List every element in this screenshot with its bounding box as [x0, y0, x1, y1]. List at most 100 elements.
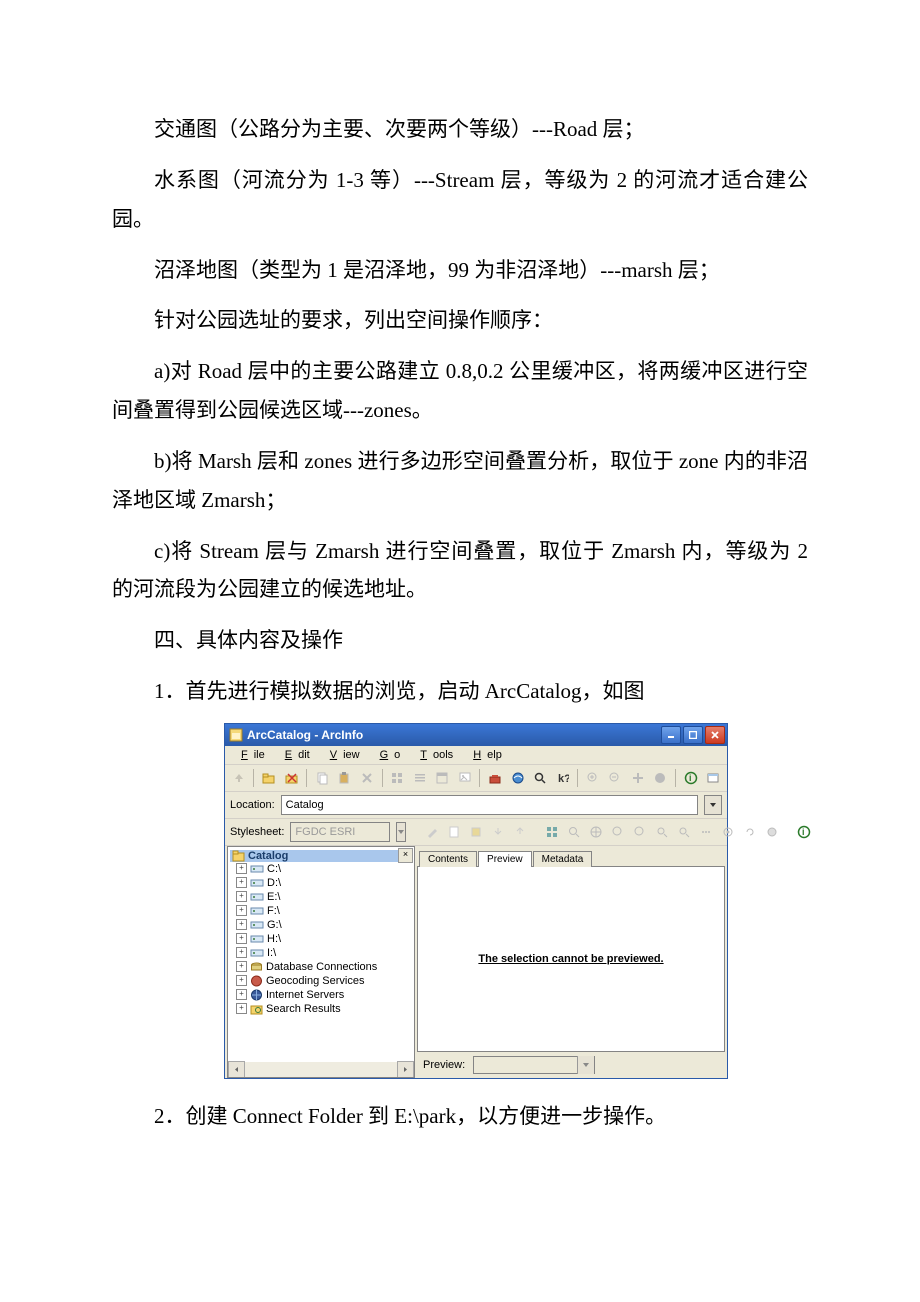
paragraph: 针对公园选址的要求，列出空间操作顺序： — [112, 301, 808, 340]
tree-drive-item[interactable]: +G:\ — [230, 918, 412, 932]
identify-icon[interactable]: i — [681, 768, 700, 788]
disconnect-folder-icon[interactable] — [282, 768, 301, 788]
info-icon[interactable]: i — [796, 822, 812, 842]
globe-icon[interactable] — [588, 822, 604, 842]
location-label: Location: — [230, 799, 275, 811]
main-area: × Catalog +C:\ +D:\ +E:\ +F:\ +G:\ +H:\ … — [225, 846, 727, 1078]
window-title: ArcCatalog - ArcInfo — [247, 728, 661, 742]
paragraph: c)将 Stream 层与 Zmarsh 进行空间叠置，取位于 Zmarsh 内… — [112, 532, 808, 610]
geography-icon[interactable] — [544, 822, 560, 842]
menu-go[interactable]: Go — [368, 748, 407, 762]
paragraph: 水系图（河流分为 1-3 等）---Stream 层，等级为 2 的河流才适合建… — [112, 161, 808, 239]
scroll-track[interactable] — [245, 1062, 397, 1077]
panel-close-button[interactable]: × — [398, 848, 413, 863]
minimize-button[interactable] — [661, 726, 681, 744]
edit-metadata-icon[interactable] — [424, 822, 440, 842]
circle-tool-icon[interactable] — [764, 822, 780, 842]
tree-drive-item[interactable]: +D:\ — [230, 876, 412, 890]
app-icon — [229, 728, 243, 742]
target-icon[interactable] — [720, 822, 736, 842]
preview-label: Preview: — [423, 1059, 465, 1071]
thumbnails-icon[interactable] — [455, 768, 474, 788]
tab-contents[interactable]: Contents — [419, 851, 477, 867]
location-input[interactable]: Catalog — [281, 795, 698, 815]
close-button[interactable] — [705, 726, 725, 744]
tab-preview[interactable]: Preview — [478, 851, 532, 867]
content-panel: Contents Preview Metadata The selection … — [417, 846, 725, 1078]
menu-help[interactable]: Help — [461, 748, 508, 762]
help-icon[interactable]: k? — [553, 768, 572, 788]
tree-node-internet[interactable]: +Internet Servers — [230, 988, 412, 1002]
stylesheet-row: Stylesheet: FGDC ESRI — [225, 819, 727, 846]
toolbar-main: k? i — [225, 765, 727, 792]
tree-node-database[interactable]: +Database Connections — [230, 960, 412, 974]
zoom-in-icon[interactable] — [583, 768, 602, 788]
paragraph: 沼泽地图（类型为 1 是沼泽地，99 为非沼泽地）---marsh 层； — [112, 251, 808, 290]
zoom-out-icon[interactable] — [606, 768, 625, 788]
metadata-properties-icon[interactable] — [446, 822, 462, 842]
menu-tools[interactable]: Tools — [408, 748, 459, 762]
menubar: File Edit View Go Tools Help — [225, 746, 727, 765]
copy-icon[interactable] — [312, 768, 331, 788]
next-extent-icon[interactable] — [676, 822, 692, 842]
tree-drive-item[interactable]: +H:\ — [230, 932, 412, 946]
full-extent-icon[interactable] — [651, 768, 670, 788]
delete-icon[interactable] — [357, 768, 376, 788]
dots-icon[interactable] — [698, 822, 714, 842]
preview-type-select[interactable] — [473, 1056, 595, 1074]
preview-dropdown-button[interactable] — [577, 1056, 594, 1074]
tree-drive-item[interactable]: +F:\ — [230, 904, 412, 918]
up-icon[interactable] — [229, 768, 248, 788]
tree-drive-item[interactable]: +I:\ — [230, 946, 412, 960]
create-metadata-icon[interactable] — [468, 822, 484, 842]
location-dropdown-button[interactable] — [704, 795, 722, 815]
menu-file[interactable]: File — [229, 748, 271, 762]
arccatalog-window: ArcCatalog - ArcInfo File Edit View Go T… — [224, 723, 728, 1079]
location-row: Location: Catalog — [225, 792, 727, 819]
toolbox-icon[interactable] — [485, 768, 504, 788]
connect-folder-icon[interactable] — [259, 768, 278, 788]
menu-view[interactable]: View — [318, 748, 366, 762]
catalog-tree[interactable]: Catalog +C:\ +D:\ +E:\ +F:\ +G:\ +H:\ +I… — [228, 847, 414, 1019]
preview-type-row: Preview: — [417, 1052, 725, 1078]
document-page: 交通图（公路分为主要、次要两个等级）---Road 层； 水系图（河流分为 1-… — [0, 0, 920, 1228]
layer-zoom-in-icon[interactable] — [610, 822, 626, 842]
stylesheet-input[interactable]: FGDC ESRI — [290, 822, 390, 842]
scroll-right-button[interactable] — [397, 1061, 414, 1078]
tab-metadata[interactable]: Metadata — [533, 851, 593, 867]
tree-node-search[interactable]: +Search Results — [230, 1002, 412, 1016]
large-icons-icon[interactable] — [388, 768, 407, 788]
stylesheet-dropdown-button[interactable] — [396, 822, 406, 842]
preview-area: The selection cannot be previewed. — [417, 867, 725, 1052]
paste-icon[interactable] — [335, 768, 354, 788]
thumbnail-icon[interactable] — [703, 768, 722, 788]
menu-edit[interactable]: Edit — [273, 748, 316, 762]
tree-scrollbar[interactable] — [228, 1062, 414, 1077]
window-buttons — [661, 726, 725, 744]
pan-icon[interactable] — [628, 768, 647, 788]
tree-drive-item[interactable]: +E:\ — [230, 890, 412, 904]
paragraph: 2．创建 Connect Folder 到 E:\park，以方便进一步操作。 — [112, 1097, 808, 1136]
zoom-icon[interactable] — [566, 822, 582, 842]
tree-node-geocoding[interactable]: +Geocoding Services — [230, 974, 412, 988]
scroll-left-button[interactable] — [228, 1061, 245, 1078]
content-tabs: Contents Preview Metadata — [417, 846, 725, 867]
layer-zoom-out-icon[interactable] — [632, 822, 648, 842]
tree-root-catalog[interactable]: Catalog — [230, 850, 412, 862]
prev-extent-icon[interactable] — [654, 822, 670, 842]
preview-message: The selection cannot be previewed. — [478, 953, 663, 965]
arcmap-icon[interactable] — [508, 768, 527, 788]
list-icon[interactable] — [410, 768, 429, 788]
details-icon[interactable] — [433, 768, 452, 788]
export-metadata-icon[interactable] — [512, 822, 528, 842]
rotate-icon[interactable] — [742, 822, 758, 842]
section-heading: 四、具体内容及操作 — [112, 621, 808, 660]
maximize-button[interactable] — [683, 726, 703, 744]
svg-text:k?: k? — [558, 773, 569, 785]
stylesheet-label: Stylesheet: — [230, 826, 284, 838]
svg-text:i: i — [802, 827, 805, 837]
tree-drive-item[interactable]: +C:\ — [230, 862, 412, 876]
catalog-tree-panel: × Catalog +C:\ +D:\ +E:\ +F:\ +G:\ +H:\ … — [227, 846, 415, 1078]
import-metadata-icon[interactable] — [490, 822, 506, 842]
search-icon[interactable] — [530, 768, 549, 788]
